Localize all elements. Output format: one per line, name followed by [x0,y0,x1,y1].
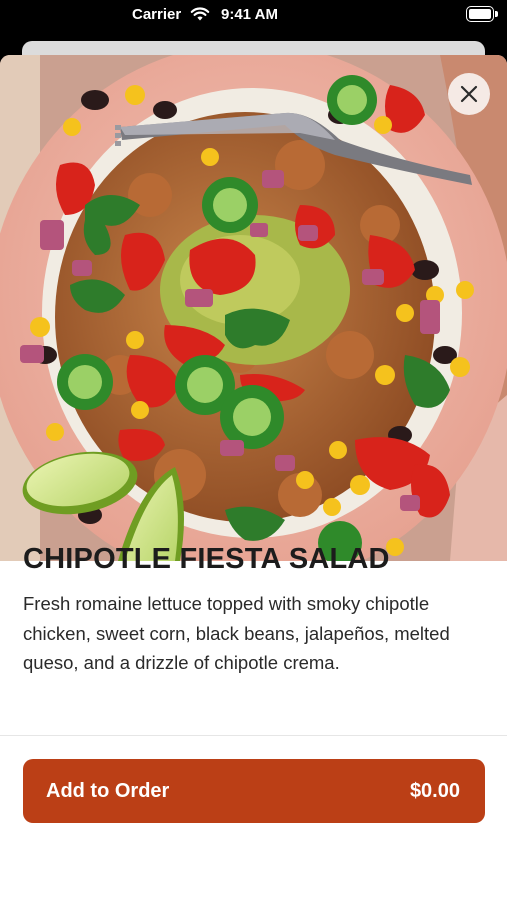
battery-icon [466,6,498,22]
status-bar: Carrier 9:41 AM [0,0,507,32]
add-to-order-label: Add to Order [46,780,170,802]
add-to-order-button[interactable]: Add to Order $0.00 [23,759,485,823]
close-icon [460,85,478,103]
item-description: Fresh romaine lettuce topped with smoky … [23,593,450,673]
divider [0,735,507,736]
item-title: CHIPOTLE FIESTA SALAD [23,543,390,575]
carrier-label: Carrier [132,6,182,23]
clock-time: 9:41 AM [221,6,278,23]
item-price: $0.00 [409,780,460,802]
close-button[interactable] [448,73,490,115]
salad-bowl-image [0,55,507,561]
wifi-icon [190,7,210,21]
